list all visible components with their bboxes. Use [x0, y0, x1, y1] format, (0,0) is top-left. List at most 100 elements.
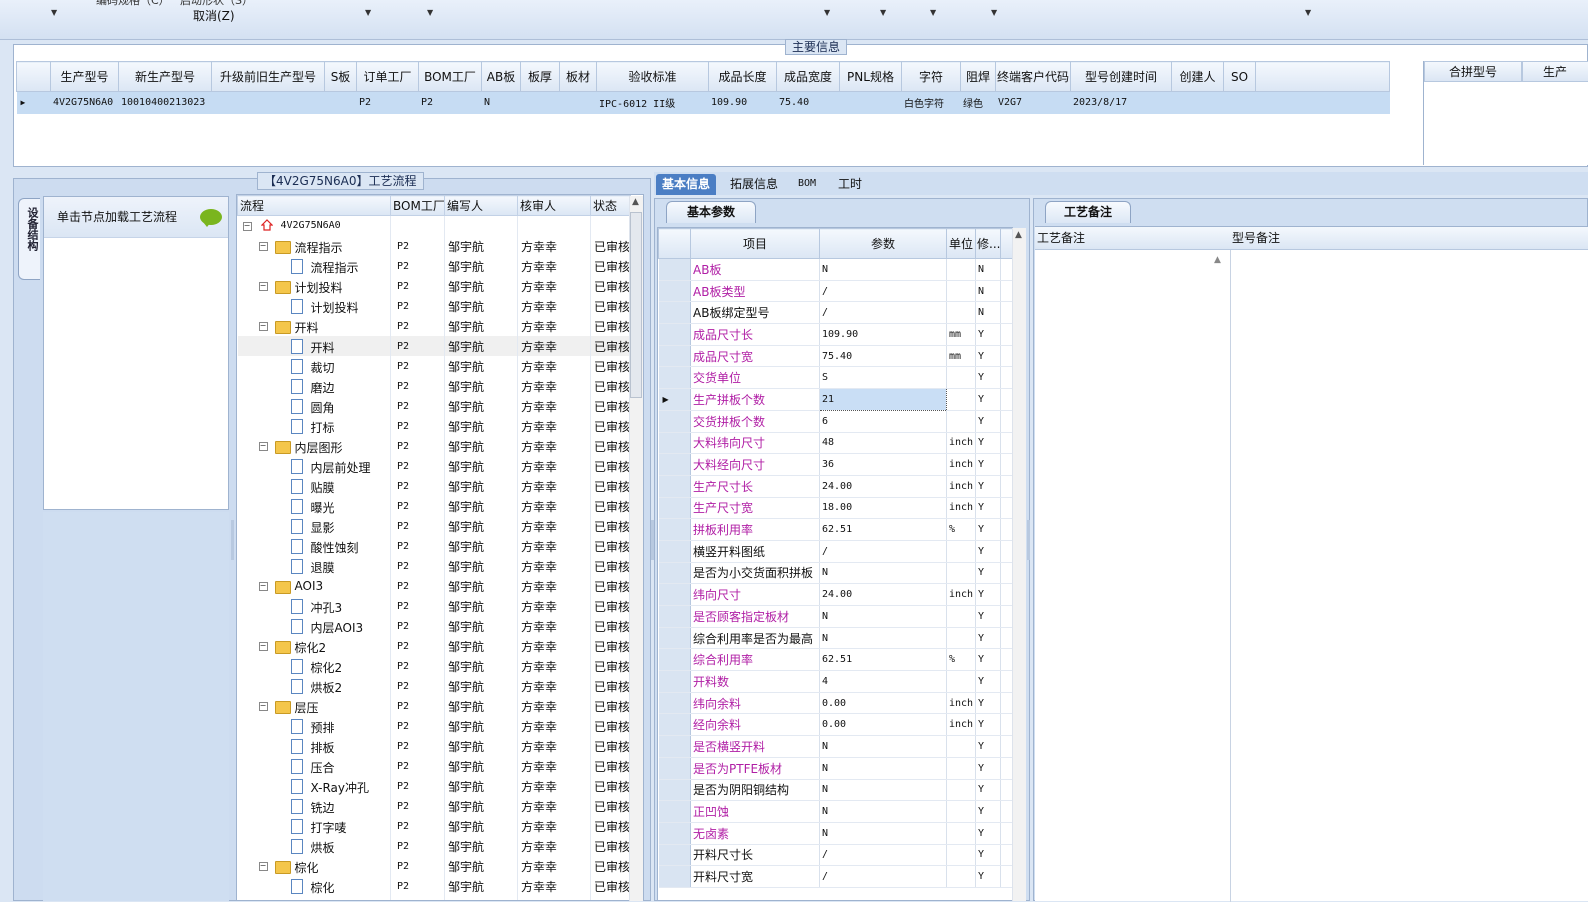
tree-row[interactable]: 开料 P2 邹宇航 方幸幸 已审核: [237, 336, 631, 356]
column-header[interactable]: 创建人: [1171, 61, 1225, 92]
param-row[interactable]: 无卤素 N Y: [658, 822, 1012, 845]
expand-toggle-icon[interactable]: −: [258, 282, 268, 291]
tree-node-cell[interactable]: − 计划投料: [237, 276, 391, 296]
param-row[interactable]: 综合利用率是否为最高 N Y: [658, 627, 1012, 650]
tree-row[interactable]: 铣边 P2 邹宇航 方幸幸 已审核: [237, 796, 631, 816]
expand-toggle-icon[interactable]: −: [258, 242, 268, 251]
main-cell[interactable]: 4V2G75N6A0: [50, 91, 119, 114]
column-header[interactable]: PNL规格: [839, 61, 902, 92]
expand-toggle-icon[interactable]: −: [258, 582, 268, 591]
param-row[interactable]: 开料尺寸长 / Y: [658, 844, 1012, 867]
tree-node-cell[interactable]: 预排: [237, 716, 391, 736]
dropdown-arrow-icon[interactable]: ▼: [880, 8, 886, 17]
tree-row[interactable]: 计划投料 P2 邹宇航 方幸幸 已审核: [237, 296, 631, 316]
main-cell[interactable]: [839, 91, 902, 114]
tree-node-cell[interactable]: 打字唛: [237, 816, 391, 836]
tab-extended-info[interactable]: 拓展信息: [724, 174, 784, 195]
tree-node-cell[interactable]: 磨边: [237, 376, 391, 396]
tree-node-cell[interactable]: − 4V2G75N6A0: [237, 215, 391, 236]
param-row[interactable]: 生产尺寸宽 18.00 inch Y: [658, 497, 1012, 520]
tree-row[interactable]: 圆角 P2 邹宇航 方幸幸 已审核: [237, 396, 631, 416]
tree-row[interactable]: − AOI3 P2 邹宇航 方幸幸 已审核: [237, 576, 631, 596]
tree-column-header[interactable]: 核审人: [517, 195, 591, 216]
tree-row[interactable]: 烘板2 P2 邹宇航 方幸幸 已审核: [237, 676, 631, 696]
param-row[interactable]: 纬向余料 0.00 inch Y: [658, 692, 1012, 715]
dropdown-arrow-icon[interactable]: ▼: [1305, 8, 1311, 17]
scroll-up-arrow-icon[interactable]: ▲: [1214, 255, 1221, 265]
process-notes-column[interactable]: 工艺备注 ▲: [1035, 227, 1231, 902]
main-cell[interactable]: [559, 91, 597, 114]
tree-row[interactable]: − 内层图形 P2 邹宇航 方幸幸 已审核: [237, 436, 631, 456]
column-header[interactable]: 阻焊: [960, 61, 996, 92]
tree-row[interactable]: X-Ray冲孔 P2 邹宇航 方幸幸 已审核: [237, 776, 631, 796]
cancel-button[interactable]: 取消(Z): [193, 7, 235, 24]
tab-bom[interactable]: BOM: [792, 174, 822, 195]
param-row[interactable]: 是否为阴阳铜结构 N Y: [658, 779, 1012, 802]
tree-node-cell[interactable]: 贴膜: [237, 476, 391, 496]
basic-params-tab[interactable]: 基本参数: [666, 201, 756, 223]
tree-node-cell[interactable]: − 棕化2: [237, 636, 391, 656]
tree-node-cell[interactable]: − AOI3: [237, 576, 391, 596]
param-column-header[interactable]: 单位: [946, 228, 976, 259]
vertical-splitter[interactable]: [231, 520, 234, 560]
param-row[interactable]: 成品尺寸宽 75.40 mm Y: [658, 345, 1012, 368]
param-value[interactable]: N: [819, 779, 947, 802]
vertical-splitter[interactable]: [1027, 520, 1030, 560]
dropdown-arrow-icon[interactable]: ▼: [51, 8, 57, 17]
dropdown-arrow-icon[interactable]: ▼: [991, 8, 997, 17]
param-row[interactable]: ▶ 生产拼板个数 21 Y: [658, 388, 1012, 411]
params-scrollbar[interactable]: [1012, 228, 1026, 901]
column-header[interactable]: 成品长度: [708, 61, 777, 92]
merge-model-header[interactable]: 合拼型号: [1424, 61, 1522, 82]
param-row[interactable]: 是否为PTFE板材 N Y: [658, 757, 1012, 780]
param-value[interactable]: N: [819, 735, 947, 758]
tree-node-cell[interactable]: 烘板: [237, 836, 391, 856]
vertical-splitter[interactable]: [651, 520, 654, 560]
param-column-header[interactable]: 修...: [975, 228, 1001, 259]
expand-toggle-icon[interactable]: −: [258, 642, 268, 651]
column-header[interactable]: 生产型号: [50, 61, 119, 92]
tree-node-cell[interactable]: 裁切: [237, 356, 391, 376]
dropdown-arrow-icon[interactable]: ▼: [365, 8, 371, 17]
process-notes-tab[interactable]: 工艺备注: [1045, 201, 1131, 223]
param-value[interactable]: N: [819, 757, 947, 780]
param-value[interactable]: 24.00: [819, 583, 947, 606]
tree-node-cell[interactable]: 排板: [237, 736, 391, 756]
param-value[interactable]: N: [819, 605, 947, 628]
dropdown-arrow-icon[interactable]: ▼: [930, 8, 936, 17]
param-row[interactable]: 是否顾客指定板材 N Y: [658, 605, 1012, 628]
column-header[interactable]: 订单工厂: [356, 61, 419, 92]
main-cell[interactable]: [211, 91, 325, 114]
expand-toggle-icon[interactable]: −: [258, 862, 268, 871]
main-cell[interactable]: [520, 91, 560, 114]
tree-column-header[interactable]: 状态: [590, 195, 631, 216]
tree-node-cell[interactable]: − 开料: [237, 316, 391, 336]
param-value[interactable]: /: [819, 540, 947, 563]
param-row[interactable]: AB板类型 / N: [658, 280, 1012, 303]
param-value[interactable]: 0.00: [819, 692, 947, 715]
expand-toggle-icon[interactable]: −: [258, 322, 268, 331]
dropdown-arrow-icon[interactable]: ▼: [427, 8, 433, 17]
param-row[interactable]: 生产尺寸长 24.00 inch Y: [658, 475, 1012, 498]
param-value[interactable]: 18.00: [819, 497, 947, 520]
expand-toggle-icon[interactable]: −: [242, 222, 252, 231]
param-value[interactable]: 4: [819, 670, 947, 693]
param-row[interactable]: AB板绑定型号 / N: [658, 301, 1012, 325]
expand-toggle-icon[interactable]: −: [258, 442, 268, 451]
tree-node-cell[interactable]: 显影: [237, 516, 391, 536]
tree-node-cell[interactable]: 酸性蚀刻: [237, 536, 391, 556]
tree-node-cell[interactable]: − 流程指示: [237, 236, 391, 256]
column-header[interactable]: 成品宽度: [776, 61, 840, 92]
param-row[interactable]: 经向余料 0.00 inch Y: [658, 713, 1012, 737]
tree-node-cell[interactable]: 棕化: [237, 876, 391, 896]
main-cell[interactable]: 2023/8/17: [1070, 91, 1173, 114]
param-row[interactable]: 成品尺寸长 109.90 mm Y: [658, 323, 1012, 346]
param-value[interactable]: /: [819, 301, 947, 325]
column-header[interactable]: 新生产型号: [118, 61, 212, 92]
tree-row[interactable]: 内层AOI3 P2 邹宇航 方幸幸 已审核: [237, 616, 631, 636]
tree-row[interactable]: 曝光 P2 邹宇航 方幸幸 已审核: [237, 496, 631, 516]
param-value[interactable]: N: [819, 627, 947, 650]
main-cell[interactable]: N: [481, 91, 521, 114]
production-header[interactable]: 生产: [1522, 61, 1588, 82]
param-value[interactable]: N: [819, 800, 947, 823]
